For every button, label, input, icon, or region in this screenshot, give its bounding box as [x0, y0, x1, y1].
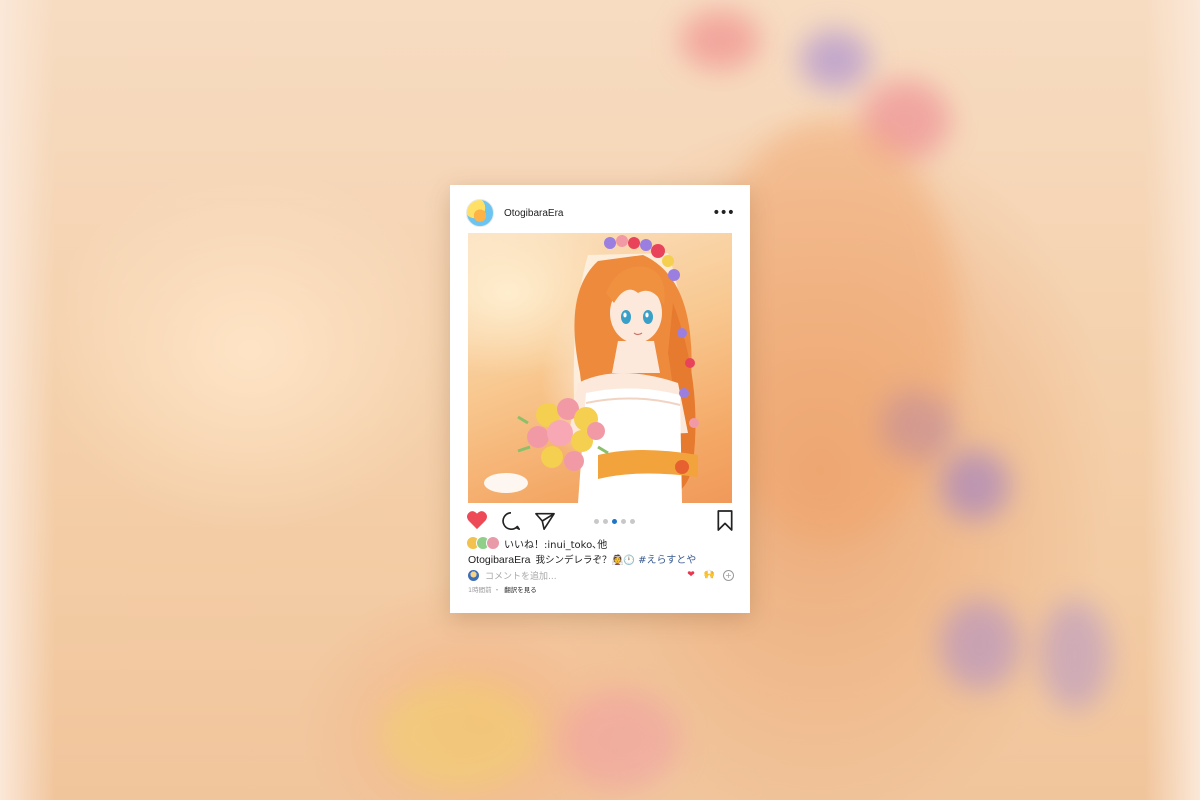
comment-icon[interactable] — [501, 511, 521, 535]
quick-heart-emoji[interactable]: ❤ — [687, 570, 695, 580]
caption: OtogibaraEra 我シンデレラぞ？👰🕛 #えらすとや — [468, 551, 696, 566]
blurred-flower — [800, 30, 870, 90]
carousel-dot — [621, 519, 626, 524]
heart-filled-icon[interactable] — [466, 510, 488, 534]
blurred-flower — [940, 600, 1020, 690]
post-header: OtogibaraEra ••• — [466, 199, 735, 227]
username[interactable]: OtogibaraEra — [504, 208, 563, 219]
post-image[interactable] — [468, 233, 732, 503]
liker-avatars — [466, 536, 500, 550]
left-eye — [621, 310, 631, 324]
blurred-flower — [1040, 600, 1110, 710]
glove — [484, 473, 528, 493]
likes-summary[interactable]: いいね！:inui_toko､他 — [466, 535, 607, 551]
right-eye — [643, 310, 653, 324]
avatar[interactable] — [466, 199, 494, 227]
post-card: OtogibaraEra ••• いいね！:inui_toko､他 Otogib… — [450, 185, 750, 613]
eye-highlight — [623, 312, 627, 318]
send-icon[interactable] — [534, 511, 556, 535]
translate-link[interactable]: 翻訳を見る — [504, 586, 537, 594]
post-timestamp: 1時間前 ・ — [468, 586, 501, 594]
blurred-flower — [680, 10, 760, 70]
action-bar — [466, 510, 734, 532]
right-edge-fade — [1145, 0, 1200, 800]
add-emoji-icon[interactable]: + — [723, 569, 734, 581]
bookmark-icon[interactable] — [716, 510, 734, 535]
dress — [578, 388, 682, 503]
blurred-bouquet — [560, 690, 680, 790]
carousel-dot — [603, 519, 608, 524]
carousel-dot — [630, 519, 635, 524]
post-meta: 1時間前 ・翻訳を見る — [468, 584, 537, 594]
illustration — [484, 235, 699, 503]
more-horizontal-icon[interactable]: ••• — [712, 206, 735, 220]
avatar — [486, 536, 500, 550]
blurred-flower — [940, 450, 1010, 520]
comment-input[interactable]: コメントを追加... — [485, 569, 557, 582]
caption-text: 我シンデレラぞ？👰🕛 — [535, 555, 636, 566]
carousel-indicator — [594, 519, 635, 524]
avatar — [468, 569, 479, 581]
neck — [612, 341, 660, 373]
quick-hands-emoji[interactable]: 🙌 — [704, 570, 715, 580]
carousel-dot-active — [612, 519, 617, 524]
carousel-dot — [594, 519, 599, 524]
sash-flower — [675, 460, 689, 474]
blurred-bouquet — [380, 680, 540, 790]
left-edge-fade — [0, 0, 55, 800]
likes-text: いいね！:inui_toko､他 — [504, 539, 608, 551]
add-comment-row: コメントを追加... ❤ 🙌 + — [468, 568, 734, 582]
hashtag-link[interactable]: #えらすとや — [638, 555, 696, 566]
eye-highlight — [645, 312, 649, 318]
caption-username[interactable]: OtogibaraEra — [468, 554, 530, 566]
